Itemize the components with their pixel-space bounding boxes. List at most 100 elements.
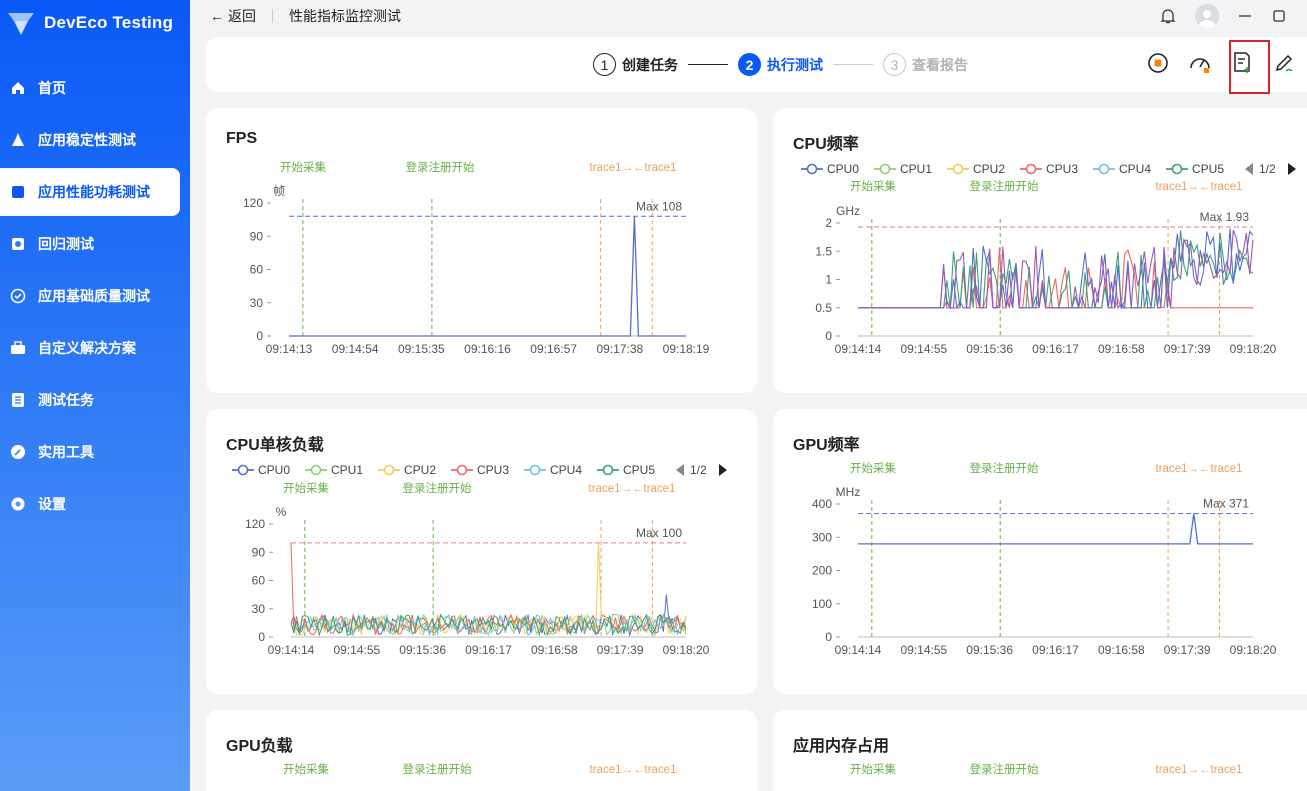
x-tick-label: 09:15:36 — [966, 342, 1013, 356]
legend-label: CPU2 — [973, 162, 1005, 176]
x-tick-label: 09:14:55 — [900, 643, 947, 657]
legend-label: CPU1 — [331, 463, 363, 477]
x-tick-label: 09:16:16 — [464, 342, 511, 356]
sidebar-item-2[interactable]: 应用性能功耗测试 — [0, 168, 180, 216]
sidebar-item-label: 应用性能功耗测试 — [38, 184, 150, 200]
sidebar-item-0[interactable]: 首页 — [0, 64, 180, 112]
y-tick-label: 0 — [825, 329, 832, 343]
bell-icon[interactable] — [1159, 7, 1177, 25]
gauge-icon — [1190, 58, 1210, 73]
stop-icon — [1148, 53, 1168, 73]
legend-marker — [456, 464, 468, 476]
legend-marker — [310, 464, 322, 476]
gpu-freq-chart: 开始采集 登录注册开始 trace1→←trace1 MHz 0 100 200 300 400… — [812, 461, 1277, 657]
legend-marker — [237, 464, 249, 476]
sidebar-item-6[interactable]: 测试任务 — [0, 376, 180, 424]
y-tick-label: 200 — [812, 564, 832, 578]
sidebar-item-1[interactable]: 应用稳定性测试 — [0, 116, 180, 164]
y-unit-label: % — [276, 505, 287, 519]
y-tick-label: 0 — [256, 329, 263, 343]
y-tick-label: 120 — [243, 196, 263, 210]
sidebar-item-label: 应用稳定性测试 — [38, 132, 136, 148]
x-tick-label: 09:16:58 — [1098, 643, 1145, 657]
step-number: 2 — [738, 53, 761, 76]
legend-label: CPU4 — [1119, 162, 1151, 176]
y-tick-label: 90 — [252, 545, 266, 559]
cpu-freq-card: CPU频率 CPU0 CPU1 CPU2 CPU3 CPU4 CPU5 1/2 开始采集 登录注… — [773, 108, 1307, 393]
home-icon — [10, 80, 26, 96]
legend-page: 1/2 — [1259, 162, 1276, 176]
back-label: 返回 — [228, 8, 256, 24]
fps-card: FPS 开始采集 登录注册开始 trace1→←trace1 帧 0 30 60 90 120 0… — [206, 108, 757, 393]
marker-trace-label: trace1→←trace1 — [590, 162, 677, 174]
x-tick-label: 09:16:57 — [530, 342, 577, 356]
cpu-freq-series-line — [858, 228, 1254, 310]
step-connector — [688, 64, 728, 65]
legend-marker — [952, 163, 964, 175]
highlight-box — [1229, 40, 1270, 94]
back-button[interactable]: ← 返回 — [210, 6, 256, 26]
x-tick-label: 09:18:20 — [663, 643, 710, 657]
sidebar-item-label: 应用基础质量测试 — [38, 288, 150, 304]
sidebar-item-label: 测试任务 — [38, 392, 94, 408]
y-unit-label: 帧 — [273, 184, 285, 198]
x-tick-label: 09:16:17 — [1032, 643, 1079, 657]
fps-chart: 开始采集 登录注册开始 trace1→←trace1 帧 0 30 60 90 120 09:14… — [243, 160, 710, 356]
step-label: 查看报告 — [912, 56, 968, 73]
sidebar-item-3[interactable]: 回归测试 — [0, 220, 180, 268]
stepper: 1 创建任务 2 执行测试 3 查看报告 — [593, 53, 968, 76]
y-tick-label: 2 — [825, 216, 832, 230]
sidebar-item-label: 自定义解决方案 — [38, 340, 136, 356]
sidebar-item-7[interactable]: 实用工具 — [0, 428, 180, 476]
x-tick-label: 09:16:17 — [1032, 342, 1079, 356]
x-tick-label: 09:16:17 — [465, 643, 512, 657]
x-tick-label: 09:15:36 — [399, 643, 446, 657]
x-tick-label: 09:14:14 — [835, 643, 882, 657]
legend-marker — [602, 464, 614, 476]
marker-login-label: 登录注册开始 — [403, 762, 472, 776]
marker-login-label: 登录注册开始 — [970, 762, 1039, 776]
edit-button[interactable] — [1272, 51, 1296, 75]
gauge-button[interactable] — [1188, 51, 1212, 75]
step-number: 1 — [593, 53, 616, 76]
stop-button[interactable] — [1146, 51, 1170, 75]
x-tick-label: 09:18:19 — [663, 342, 710, 356]
page-title: 性能指标监控测试 — [289, 8, 401, 24]
sidebar-item-8[interactable]: 设置 — [0, 480, 180, 528]
regression-icon — [10, 236, 26, 252]
marker-login-label: 登录注册开始 — [406, 160, 475, 174]
legend-marker — [806, 163, 818, 175]
x-tick-label: 09:16:58 — [531, 643, 578, 657]
cpu-load-card: CPU单核负载 CPU0 CPU1 CPU2 CPU3 CPU4 CPU5 1/2 开始采集登… — [206, 409, 757, 694]
x-tick-label: 09:18:20 — [1230, 643, 1277, 657]
x-tick-label: 09:14:54 — [332, 342, 379, 356]
marker-trace-label: trace1→←trace1 — [1156, 764, 1243, 776]
marker-trace-label: trace1→←trace1 — [1156, 463, 1243, 475]
minimize-icon[interactable] — [1237, 8, 1253, 24]
marker-start-label: 开始采集 — [280, 160, 326, 174]
memory-chart: 开始采集 登录注册开始 trace1→←trace1 — [850, 762, 1243, 776]
sidebar-item-5[interactable]: 自定义解决方案 — [0, 324, 180, 372]
gpu-freq-series-line — [858, 513, 1253, 545]
max-label: Max 100 — [636, 526, 682, 540]
x-tick-label: 09:18:20 — [1230, 342, 1277, 356]
legend-label: CPU0 — [258, 463, 290, 477]
step-label: 执行测试 — [767, 56, 823, 73]
y-unit-label: MHz — [836, 485, 861, 499]
maximize-icon[interactable] — [1271, 8, 1287, 24]
legend-label: CPU5 — [1192, 162, 1224, 176]
cpu-freq-series-line — [858, 230, 1254, 309]
gear-icon — [10, 496, 26, 512]
x-tick-label: 09:17:39 — [1164, 342, 1211, 356]
legend-marker — [1098, 163, 1110, 175]
stability-icon — [10, 132, 26, 148]
sidebar-item-4[interactable]: 应用基础质量测试 — [0, 272, 180, 320]
x-tick-label: 09:15:35 — [398, 342, 445, 356]
avatar[interactable] — [1195, 4, 1219, 28]
step-run-test: 2 执行测试 — [738, 53, 823, 76]
memory-card: 应用内存占用 开始采集 登录注册开始 trace1→←trace1 — [773, 710, 1307, 791]
x-tick-label: 09:14:14 — [268, 643, 315, 657]
x-tick-label: 09:15:36 — [966, 643, 1013, 657]
toolbar — [1146, 51, 1296, 75]
legend-label: CPU2 — [404, 463, 436, 477]
